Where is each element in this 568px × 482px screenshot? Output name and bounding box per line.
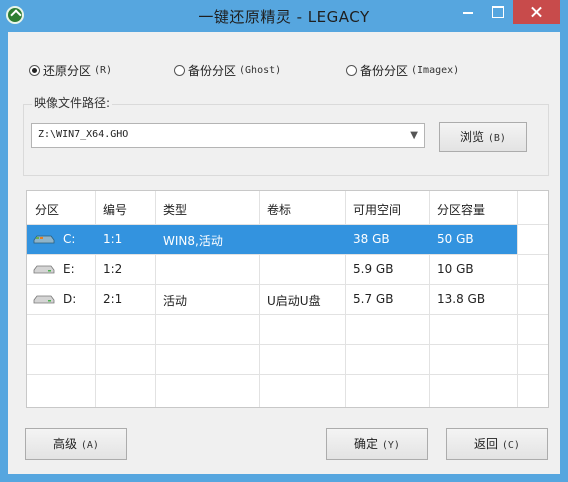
cell-free: 38 GB: [353, 232, 390, 246]
advanced-hotkey: (A): [80, 440, 99, 451]
row-divider: [27, 344, 548, 345]
cell-free: 5.9 GB: [353, 262, 394, 276]
back-button[interactable]: 返回 (C): [446, 428, 548, 460]
cell-number: 2:1: [103, 292, 123, 306]
partition-table[interactable]: 分区 编号 类型 卷标 可用空间 分区容量 C: 1:1 WIN8,活动 38 …: [26, 190, 549, 408]
image-path-combo[interactable]: Z:\WIN7_X64.GHO ▼: [31, 123, 425, 148]
back-label: 返回: [474, 437, 499, 451]
ok-hotkey: (Y): [381, 440, 400, 451]
cell-capacity: 50 GB: [437, 232, 474, 246]
chevron-down-icon[interactable]: ▼: [410, 130, 418, 141]
cell-type: WIN8,活动: [163, 234, 223, 248]
column-header-partition[interactable]: 分区: [35, 201, 59, 218]
cell-label: U启动U盘: [267, 294, 321, 308]
row-divider: [27, 314, 548, 315]
radio-imagex-label: 备份分区: [360, 64, 409, 78]
cell-number: 1:2: [103, 262, 123, 276]
column-header-label[interactable]: 卷标: [267, 201, 291, 218]
ok-label: 确定: [354, 437, 379, 451]
image-path-value: Z:\WIN7_X64.GHO: [38, 129, 129, 140]
cell-drive: E:: [63, 262, 75, 276]
title-bar[interactable]: 一键还原精灵 - LEGACY: [0, 0, 568, 32]
minimize-button[interactable]: [453, 0, 483, 24]
radio-dot-imagex[interactable]: [346, 65, 357, 76]
radio-dot-ghost[interactable]: [174, 65, 185, 76]
drive-icon: [33, 295, 55, 304]
table-row[interactable]: D: 2:1 活动 U启动U盘 5.7 GB 13.8 GB: [27, 285, 517, 314]
browse-hotkey: (B): [487, 133, 506, 144]
back-hotkey: (C): [501, 440, 520, 451]
radio-backup-ghost[interactable]: 备份分区 (Ghost): [174, 62, 281, 79]
cell-type: 活动: [163, 294, 188, 308]
cell-drive: C:: [63, 232, 76, 246]
radio-imagex-hotkey: (Imagex): [411, 65, 460, 76]
maximize-button[interactable]: [483, 0, 513, 24]
cell-capacity: 10 GB: [437, 262, 474, 276]
cell-free: 5.7 GB: [353, 292, 394, 306]
cell-number: 1:1: [103, 232, 123, 246]
main-window: 一键还原精灵 - LEGACY 还原分区 (R) 备份分区 (Ghost) 备份…: [0, 0, 568, 482]
ok-button[interactable]: 确定 (Y): [326, 428, 428, 460]
advanced-button[interactable]: 高级 (A): [25, 428, 127, 460]
radio-ghost-hotkey: (Ghost): [239, 65, 282, 76]
row-divider: [27, 374, 548, 375]
close-button[interactable]: [513, 0, 560, 24]
browse-label: 浏览: [460, 130, 485, 144]
browse-button[interactable]: 浏览 (B): [439, 122, 527, 152]
dialog-body: 还原分区 (R) 备份分区 (Ghost) 备份分区 (Imagex) 映像文件…: [8, 32, 560, 474]
column-header-free-space[interactable]: 可用空间: [353, 201, 401, 218]
table-row[interactable]: C: 1:1 WIN8,活动 38 GB 50 GB: [27, 225, 517, 254]
advanced-label: 高级: [53, 437, 78, 451]
radio-restore-label: 还原分区: [43, 64, 92, 78]
radio-backup-imagex[interactable]: 备份分区 (Imagex): [346, 62, 459, 79]
cell-capacity: 13.8 GB: [437, 292, 486, 306]
column-header-number[interactable]: 编号: [103, 201, 127, 218]
system-drive-icon: [33, 235, 55, 244]
cell-drive: D:: [63, 292, 77, 306]
radio-ghost-label: 备份分区: [188, 64, 237, 78]
radio-restore-partition[interactable]: 还原分区 (R): [29, 62, 112, 79]
column-header-capacity[interactable]: 分区容量: [437, 201, 485, 218]
image-path-label: 映像文件路径:: [32, 94, 113, 111]
drive-icon: [33, 265, 55, 274]
column-header-type[interactable]: 类型: [163, 201, 187, 218]
radio-restore-hotkey: (R): [94, 65, 113, 76]
radio-dot-restore[interactable]: [29, 65, 40, 76]
table-row[interactable]: E: 1:2 5.9 GB 10 GB: [27, 255, 517, 284]
